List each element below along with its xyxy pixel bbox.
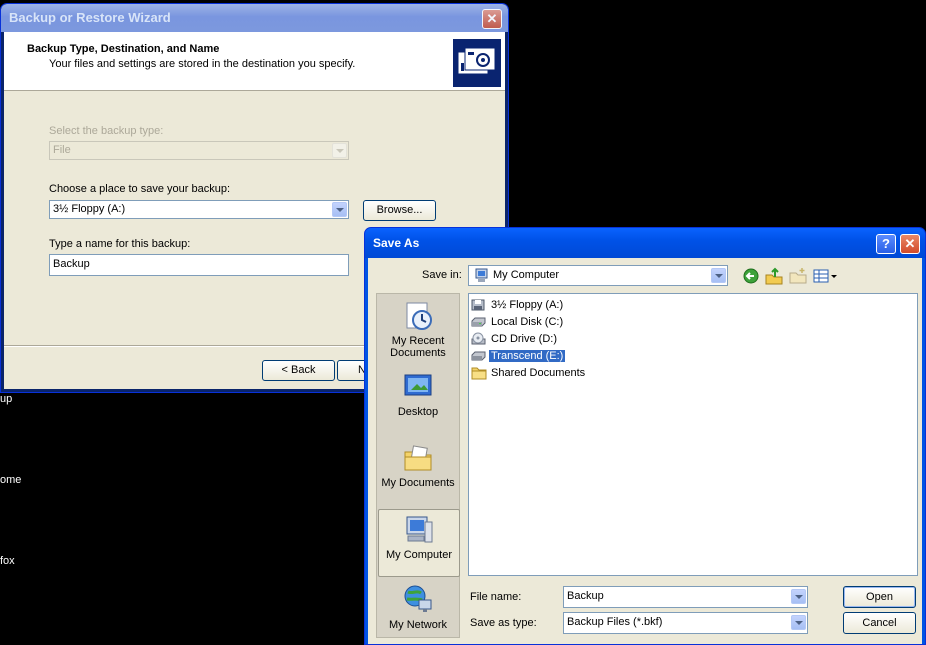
removable-drive-icon [471, 349, 487, 363]
backup-wizard-icon [453, 39, 501, 87]
place-label: My Network [388, 619, 448, 631]
wizard-page-subtitle: Your files and settings are stored in th… [49, 58, 356, 70]
save-as-type-select[interactable]: Backup Files (*.bkf) [563, 612, 808, 634]
destination-select[interactable]: 3½ Floppy (A:) [49, 200, 349, 219]
wizard-page-title: Backup Type, Destination, and Name [27, 43, 220, 55]
help-button[interactable]: ? [876, 234, 896, 254]
save-as-dialog: Save As ? ✕ Save in: My Computer My Rece… [364, 227, 926, 645]
browse-button[interactable]: Browse... [363, 200, 436, 221]
wizard-titlebar[interactable]: Backup or Restore Wizard ✕ [1, 4, 508, 32]
save-as-title: Save As [373, 236, 420, 250]
backup-name-label: Type a name for this backup: [49, 238, 191, 250]
place-desktop[interactable]: Desktop [377, 371, 459, 418]
wizard-window-title: Backup or Restore Wizard [9, 10, 171, 25]
destination-value: 3½ Floppy (A:) [53, 203, 126, 215]
wizard-header: Backup Type, Destination, and Name Your … [4, 32, 505, 91]
save-as-body: Save in: My Computer My Recent Documents… [368, 258, 922, 644]
close-icon: ✕ [904, 236, 916, 251]
place-my-computer[interactable]: My Computer [378, 509, 460, 577]
view-menu-icon[interactable] [812, 267, 838, 285]
place-label: My Documents [381, 477, 455, 489]
places-bar: My Recent Documents Desktop My Documents… [376, 293, 460, 638]
backup-name-input[interactable]: Backup [49, 254, 349, 276]
place-label: Desktop [397, 406, 439, 418]
desktop-icon-label-fragment[interactable]: ome [0, 474, 21, 486]
open-button[interactable]: Open [843, 586, 916, 608]
backup-type-label: Select the backup type: [49, 125, 164, 137]
file-name-label: File name: [470, 591, 522, 603]
backup-type-select: File [49, 141, 349, 160]
desktop-icon-label-fragment[interactable]: fox [0, 555, 15, 567]
save-in-label: Save in: [422, 269, 462, 281]
list-item-selected[interactable]: Transcend (E:) [471, 348, 567, 364]
my-computer-icon [475, 268, 488, 282]
new-folder-icon[interactable] [788, 267, 808, 285]
backup-type-value: File [53, 144, 71, 156]
file-list[interactable]: 3½ Floppy (A:) Local Disk (C:) CD Drive … [468, 293, 918, 576]
cd-drive-icon [471, 332, 487, 346]
list-item[interactable]: Local Disk (C:) [471, 314, 565, 330]
cancel-button[interactable]: Cancel [843, 612, 916, 634]
chevron-down-icon[interactable] [791, 589, 806, 604]
my-network-icon [402, 584, 434, 616]
desktop-icon-label-fragment[interactable]: up [0, 393, 12, 405]
my-documents-icon [402, 442, 434, 474]
chevron-down-icon [332, 143, 347, 158]
save-as-type-label: Save as type: [470, 617, 537, 629]
close-icon: ✕ [486, 11, 498, 26]
save-as-type-value: Backup Files (*.bkf) [567, 616, 663, 628]
file-name-input[interactable]: Backup [563, 586, 808, 608]
up-folder-icon[interactable] [764, 267, 784, 285]
list-item[interactable]: 3½ Floppy (A:) [471, 297, 565, 313]
place-my-network[interactable]: My Network [377, 584, 459, 631]
floppy-drive-icon [471, 298, 487, 312]
destination-label: Choose a place to save your backup: [49, 183, 231, 195]
save-as-titlebar[interactable]: Save As ? ✕ [365, 228, 925, 258]
list-item[interactable]: Shared Documents [471, 365, 587, 381]
save-as-close-button[interactable]: ✕ [900, 234, 920, 254]
help-icon: ? [882, 236, 890, 251]
desktop-icon [402, 371, 434, 403]
chevron-down-icon[interactable] [711, 268, 726, 283]
place-label: My Computer [385, 549, 453, 561]
back-arrow-icon[interactable] [742, 267, 762, 285]
place-my-documents[interactable]: My Documents [377, 442, 459, 489]
back-button[interactable]: < Back [262, 360, 335, 381]
folder-icon [471, 366, 487, 380]
place-label: My Recent Documents [390, 335, 446, 359]
recent-documents-icon [402, 300, 434, 332]
file-name-value: Backup [567, 590, 604, 602]
chevron-down-icon[interactable] [791, 615, 806, 630]
hard-disk-icon [471, 315, 487, 329]
list-item[interactable]: CD Drive (D:) [471, 331, 559, 347]
save-in-value: My Computer [493, 269, 560, 281]
save-in-select[interactable]: My Computer [468, 265, 728, 286]
place-my-recent-documents[interactable]: My Recent Documents [377, 300, 459, 359]
my-computer-icon [403, 514, 435, 546]
wizard-close-button[interactable]: ✕ [482, 9, 502, 29]
chevron-down-icon[interactable] [332, 202, 347, 217]
